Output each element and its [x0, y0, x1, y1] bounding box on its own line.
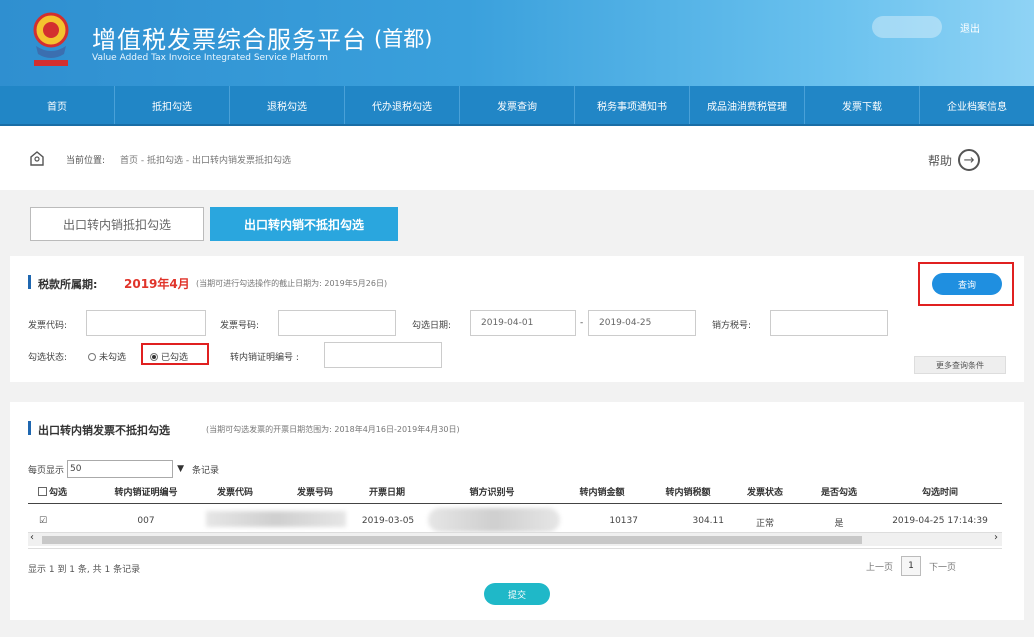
more-conditions-button[interactable]: 更多查询条件	[914, 356, 1006, 374]
cell-cert-no: 007	[137, 516, 155, 526]
breadcrumb-label: 当前位置:	[66, 156, 106, 166]
submit-button[interactable]: 提交	[484, 583, 550, 605]
invoice-code-label: 发票代码:	[28, 321, 68, 331]
cell-date: 2019-03-05	[361, 516, 415, 526]
cell-selected: 是	[834, 519, 844, 529]
arrow-right-circle-icon: →	[958, 149, 981, 171]
cell-status: 正常	[755, 519, 774, 529]
date-from-input[interactable]: 2019-04-01	[470, 310, 576, 336]
table-title: 出口转内销发票不抵扣勾选	[38, 424, 170, 437]
main-nav: 首页 抵扣勾选 退税勾选 代办退税勾选 发票查询 税务事项通知书 成品油消费税管…	[0, 86, 1034, 126]
scroll-left-icon[interactable]: ‹	[30, 532, 34, 543]
column-header: 发票号码	[296, 488, 333, 498]
column-header: 发票状态	[746, 488, 783, 498]
invoice-number-input[interactable]	[278, 310, 396, 336]
per-page-value: 50	[70, 464, 82, 474]
nav-item-agent-refund[interactable]: 代办退税勾选	[345, 86, 460, 124]
row-checkbox[interactable]: ☑	[36, 516, 50, 526]
scrollbar-thumb[interactable]	[42, 536, 862, 544]
column-header: 勾选	[49, 488, 68, 498]
nav-item-home[interactable]: 首页	[0, 86, 115, 124]
app-city: (首都)	[374, 27, 433, 51]
radio-unchecked[interactable]: 未勾选	[88, 350, 126, 363]
tab-deduct-select[interactable]: 出口转内销抵扣勾选	[30, 207, 204, 241]
breadcrumb[interactable]: 首页 - 抵扣勾选 - 出口转内销发票抵扣勾选	[120, 153, 291, 166]
header-select-all[interactable]: 勾选	[38, 485, 82, 498]
cell-tax: 304.11	[692, 516, 725, 526]
seller-tax-input[interactable]	[770, 310, 888, 336]
column-header: 发票代码	[216, 488, 253, 498]
pagination: 上一页 1 下一页	[866, 556, 956, 576]
cell-select-time: 2019-04-25 17:14:39	[892, 516, 988, 526]
radio-checked[interactable]: 已勾选	[150, 350, 188, 363]
date-to-input[interactable]: 2019-04-25	[588, 310, 696, 336]
period-note: (当期可进行勾选操作的截止日期为: 2019年5月26日)	[196, 279, 388, 288]
column-header: 转内销金额	[579, 488, 625, 498]
nav-item-tax-notice[interactable]: 税务事项通知书	[575, 86, 690, 124]
app-subtitle: Value Added Tax Invoice Integrated Servi…	[92, 53, 328, 63]
scroll-right-icon[interactable]: ›	[994, 532, 998, 543]
nav-item-refund-select[interactable]: 退税勾选	[230, 86, 345, 124]
per-page-control: 每页显示 50 ▼ 条记录	[28, 460, 219, 478]
page-number[interactable]: 1	[901, 556, 922, 576]
status-label: 勾选状态:	[28, 353, 68, 363]
nav-item-deduct-select[interactable]: 抵扣勾选	[115, 86, 230, 124]
next-page-link[interactable]: 下一页	[929, 560, 956, 573]
per-page-label: 每页显示	[28, 465, 65, 476]
record-count: 显示 1 到 1 条, 共 1 条记录	[28, 565, 141, 575]
column-header: 是否勾选	[820, 488, 857, 498]
period-value: 2019年4月	[124, 277, 190, 291]
per-page-select[interactable]: 50 ▼	[67, 460, 184, 478]
column-header: 转内销税额	[665, 488, 711, 498]
invoice-code-input[interactable]	[86, 310, 206, 336]
radio-checked-circle[interactable]	[150, 352, 158, 361]
column-header: 勾选时间	[921, 488, 958, 498]
chevron-down-icon[interactable]: ▼	[177, 464, 184, 474]
table-bottom-divider	[28, 548, 1002, 549]
column-header: 销方识别号	[469, 488, 515, 498]
radio-checked-label: 已勾选	[161, 353, 189, 363]
help-label: 帮助	[928, 153, 953, 168]
query-button[interactable]: 查询	[932, 273, 1002, 295]
period-label: 税款所属期:	[38, 278, 98, 291]
column-header: 转内销证明编号	[114, 488, 178, 498]
date-separator: -	[580, 318, 584, 328]
per-page-suffix: 条记录	[192, 465, 220, 476]
radio-unchecked-circle[interactable]	[88, 352, 96, 361]
redacted-seller-id	[428, 508, 560, 532]
nav-item-invoice-download[interactable]: 发票下载	[805, 86, 920, 124]
column-header: 开票日期	[368, 488, 405, 498]
radio-unchecked-label: 未勾选	[99, 353, 127, 363]
table-note: (当期可勾选发票的开票日期范围为: 2018年4月16日-2019年4月30日)	[206, 425, 460, 434]
invoice-number-label: 发票号码:	[220, 321, 260, 331]
section-marker	[28, 275, 31, 289]
nav-item-invoice-query[interactable]: 发票查询	[460, 86, 575, 124]
section-marker	[28, 421, 31, 435]
tax-emblem-icon	[33, 12, 69, 66]
nav-item-company-info[interactable]: 企业档案信息	[920, 86, 1034, 124]
app-header: 增值税发票综合服务平台 (首都) Value Added Tax Invoice…	[0, 0, 1034, 86]
help-link[interactable]: 帮助 →	[928, 149, 981, 171]
app-title: 增值税发票综合服务平台	[92, 26, 367, 54]
table-header-divider	[28, 503, 1002, 504]
cert-label: 转内销证明编号 :	[230, 353, 299, 363]
cell-amount: 10137	[609, 516, 638, 526]
nav-item-oil-tax[interactable]: 成品油消费税管理	[690, 86, 805, 124]
seller-tax-label: 销方税号:	[712, 321, 752, 331]
prev-page-link[interactable]: 上一页	[866, 560, 893, 573]
location-icon	[30, 151, 44, 166]
tab-no-deduct-select[interactable]: 出口转内销不抵扣勾选	[210, 207, 398, 241]
logout-link[interactable]: 退出	[960, 20, 980, 35]
horizontal-scrollbar[interactable]: ‹ ›	[28, 532, 1002, 546]
user-info[interactable]	[872, 16, 942, 38]
select-date-label: 勾选日期:	[412, 321, 452, 331]
select-all-checkbox[interactable]	[38, 487, 47, 496]
redacted-invoice-code-number	[206, 511, 346, 527]
cert-input[interactable]	[324, 342, 442, 368]
